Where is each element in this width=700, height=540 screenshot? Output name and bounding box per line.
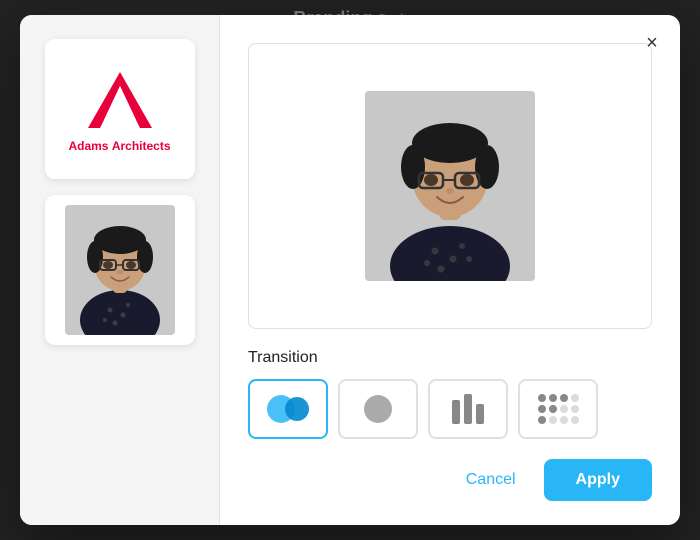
dot (538, 405, 546, 413)
modal-overlay: Adams Architects (0, 0, 700, 540)
logo-brand-text: Adams Architects (68, 139, 170, 153)
transition-options (248, 379, 652, 439)
transition-option-dots[interactable] (518, 379, 598, 439)
brand-name: Adams (68, 139, 108, 153)
circle-gray (364, 395, 392, 423)
fade-icon (364, 395, 392, 423)
bar-2 (464, 394, 472, 424)
person-photo-small (65, 205, 175, 335)
action-buttons: Cancel Apply (248, 459, 652, 501)
transition-option-slide[interactable] (428, 379, 508, 439)
dot (549, 394, 557, 402)
dot (538, 394, 546, 402)
dot (571, 405, 579, 413)
transition-option-dissolve[interactable] (248, 379, 328, 439)
dissolve-icon (267, 395, 309, 423)
dot (560, 416, 568, 424)
cancel-button[interactable]: Cancel (450, 461, 532, 499)
transition-section: Transition (248, 349, 652, 439)
person-photo-large (365, 91, 535, 281)
dot (549, 416, 557, 424)
transition-label: Transition (248, 349, 652, 367)
dots-icon (538, 394, 579, 424)
circle-2 (285, 397, 309, 421)
brand-suffix: Architects (112, 139, 171, 153)
modal-dialog: Adams Architects (20, 15, 680, 525)
preview-area (248, 43, 652, 329)
dot (549, 405, 557, 413)
logo-image (80, 65, 160, 135)
dot (571, 394, 579, 402)
bars-icon (452, 394, 484, 424)
right-panel: × (220, 15, 680, 525)
close-button[interactable]: × (638, 29, 666, 57)
photo-card-small (45, 195, 195, 345)
dot (538, 416, 546, 424)
dot (560, 405, 568, 413)
transition-option-fade[interactable] (338, 379, 418, 439)
dot (560, 394, 568, 402)
dot (571, 416, 579, 424)
apply-button[interactable]: Apply (544, 459, 652, 501)
bar-3 (476, 404, 484, 424)
bar-1 (452, 400, 460, 424)
logo-card: Adams Architects (45, 39, 195, 179)
left-panel: Adams Architects (20, 15, 220, 525)
